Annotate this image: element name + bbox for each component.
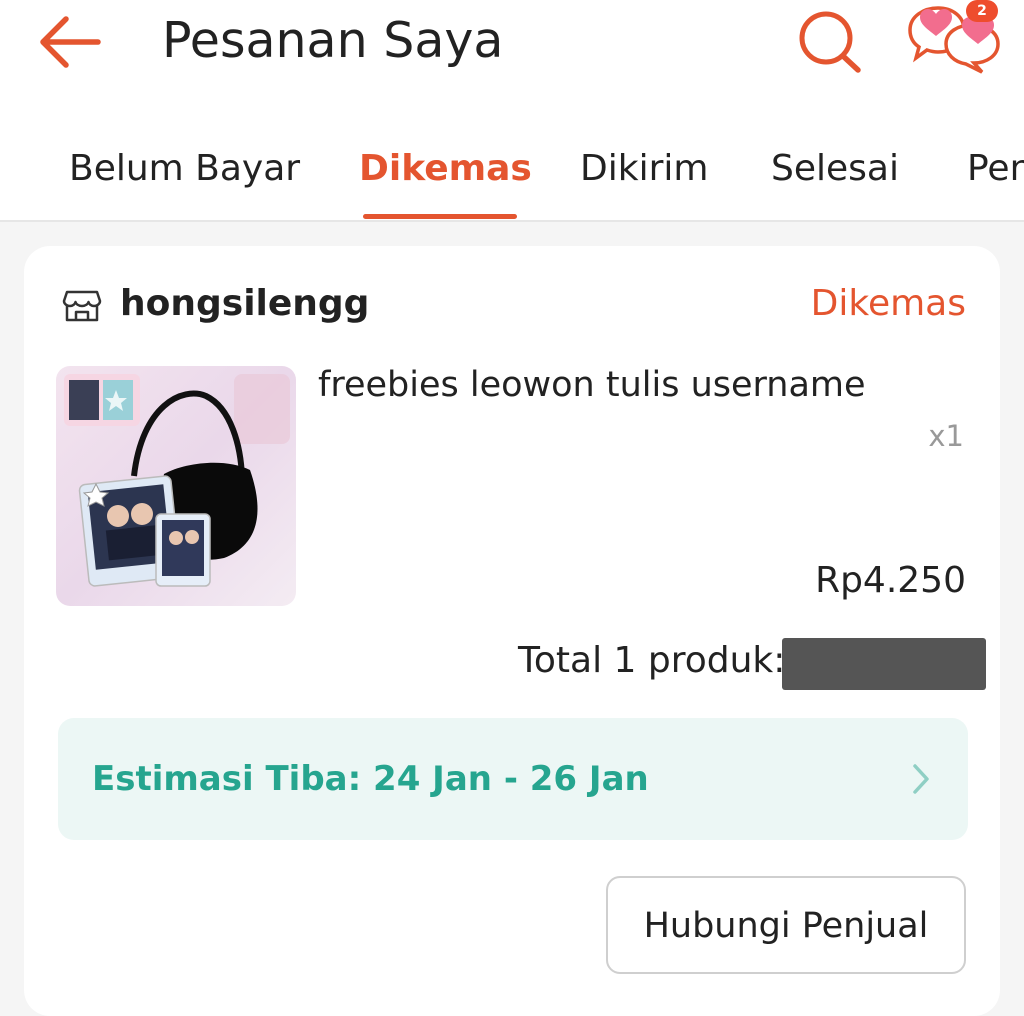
order-status-tabs: Belum Bayar Dikemas Dikirim Selesai Peng… — [0, 132, 1024, 222]
back-button[interactable] — [34, 10, 106, 74]
tab-belum-bayar[interactable]: Belum Bayar — [69, 146, 300, 192]
estimated-arrival-banner[interactable]: Estimasi Tiba: 24 Jan - 26 Jan — [58, 718, 968, 840]
tab-dikirim[interactable]: Dikirim — [580, 146, 708, 192]
order-status: Dikemas — [810, 283, 966, 324]
shop-name[interactable]: hongsilengg — [120, 280, 369, 328]
tab-pengembalian[interactable]: Pengembalian — [967, 146, 1024, 192]
search-button[interactable] — [792, 6, 868, 76]
tab-dikemas[interactable]: Dikemas — [359, 146, 532, 192]
order-card[interactable]: hongsilengg Dikemas freebies leowon tuli… — [24, 246, 1000, 1016]
product-thumbnail — [56, 366, 296, 606]
chat-badge: 2 — [966, 0, 998, 22]
product-price: Rp4.250 — [815, 560, 966, 601]
search-icon — [799, 11, 861, 73]
contact-seller-button[interactable]: Hubungi Penjual — [606, 876, 966, 974]
app-header: Pesanan Saya 2 Belum Bayar Dikemas Dikir… — [0, 0, 1024, 222]
page-title: Pesanan Saya — [162, 12, 504, 69]
product-image[interactable] — [56, 366, 296, 606]
active-tab-indicator — [363, 214, 517, 219]
product-name[interactable]: freebies leowon tulis username — [318, 362, 866, 408]
estimated-arrival-text: Estimasi Tiba: 24 Jan - 26 Jan — [92, 759, 649, 799]
chat-button[interactable]: 2 — [898, 0, 1008, 80]
chevron-right-icon — [913, 764, 929, 794]
arrow-left-icon — [40, 16, 101, 68]
total-amount-redacted — [782, 638, 986, 690]
store-icon — [62, 290, 102, 322]
total-label: Total 1 produk: — [518, 640, 786, 681]
tabs-scroll-area: Belum Bayar Dikemas Dikirim Selesai Peng… — [0, 132, 1024, 222]
tab-selesai[interactable]: Selesai — [771, 146, 899, 192]
product-quantity: x1 — [928, 419, 964, 453]
